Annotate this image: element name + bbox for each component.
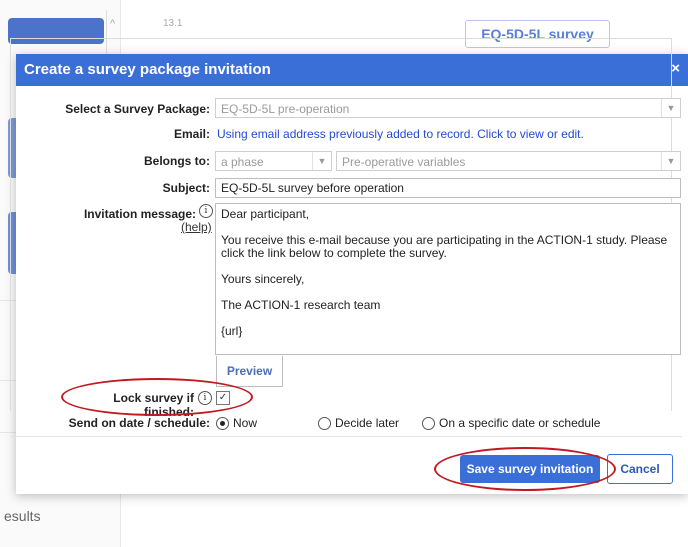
message-line: You receive this e-mail because you are …: [221, 233, 668, 260]
chevron-down-icon: ▼: [312, 152, 331, 170]
invitation-message-label: Invitation message:: [83, 207, 196, 221]
radio-specific-date[interactable]: [422, 417, 435, 430]
belongs-to-select[interactable]: Pre-operative variables ▼: [336, 151, 681, 171]
subject-value: EQ-5D-5L survey before operation: [221, 181, 404, 195]
invitation-message-textarea[interactable]: Dear participant, You receive this e-mai…: [215, 203, 681, 355]
preview-button[interactable]: Preview: [216, 356, 283, 387]
info-icon[interactable]: i: [199, 204, 213, 218]
sidebar-results-item[interactable]: esults: [4, 508, 41, 524]
message-line: {url}: [221, 324, 243, 338]
chevron-down-icon: ▼: [661, 152, 680, 170]
phase-value: a phase: [221, 155, 264, 169]
cancel-button[interactable]: Cancel: [607, 454, 673, 484]
scroll-up-icon[interactable]: ^: [110, 18, 115, 30]
belongs-to-label: Belongs to:: [144, 154, 210, 168]
belongs-to-value: Pre-operative variables: [342, 155, 466, 169]
help-link[interactable]: (help): [181, 220, 212, 234]
lock-survey-checkbox[interactable]: ✓: [216, 391, 230, 405]
message-line: Yours sincerely,: [221, 272, 305, 286]
info-icon[interactable]: i: [198, 391, 212, 405]
save-invitation-button[interactable]: Save survey invitation: [460, 455, 600, 483]
close-icon[interactable]: ×: [671, 60, 680, 77]
survey-package-label: Select a Survey Package:: [65, 102, 210, 116]
subject-input[interactable]: EQ-5D-5L survey before operation: [215, 178, 681, 198]
chevron-down-icon: ▼: [661, 99, 680, 117]
message-line: Dear participant,: [221, 207, 310, 221]
send-schedule-label: Send on date / schedule:: [68, 416, 210, 430]
lock-survey-label: Lock survey if finished:: [113, 391, 194, 419]
subject-label: Subject:: [162, 181, 210, 195]
radio-now[interactable]: [216, 417, 229, 430]
radio-now-label: Now: [233, 416, 258, 430]
email-link[interactable]: Using email address previously added to …: [217, 127, 584, 141]
email-label: Email:: [173, 127, 210, 141]
survey-package-select[interactable]: EQ-5D-5L pre-operation ▼: [215, 98, 681, 118]
radio-decide-later[interactable]: [318, 417, 331, 430]
survey-package-value: EQ-5D-5L pre-operation: [221, 102, 350, 116]
footer-divider: [10, 436, 682, 437]
radio-specific-date-label: On a specific date or schedule: [439, 416, 601, 430]
phase-select[interactable]: a phase ▼: [215, 151, 332, 171]
background-version: 13.1: [163, 18, 183, 29]
message-line: The ACTION-1 research team: [221, 298, 381, 312]
radio-decide-later-label: Decide later: [335, 416, 400, 430]
